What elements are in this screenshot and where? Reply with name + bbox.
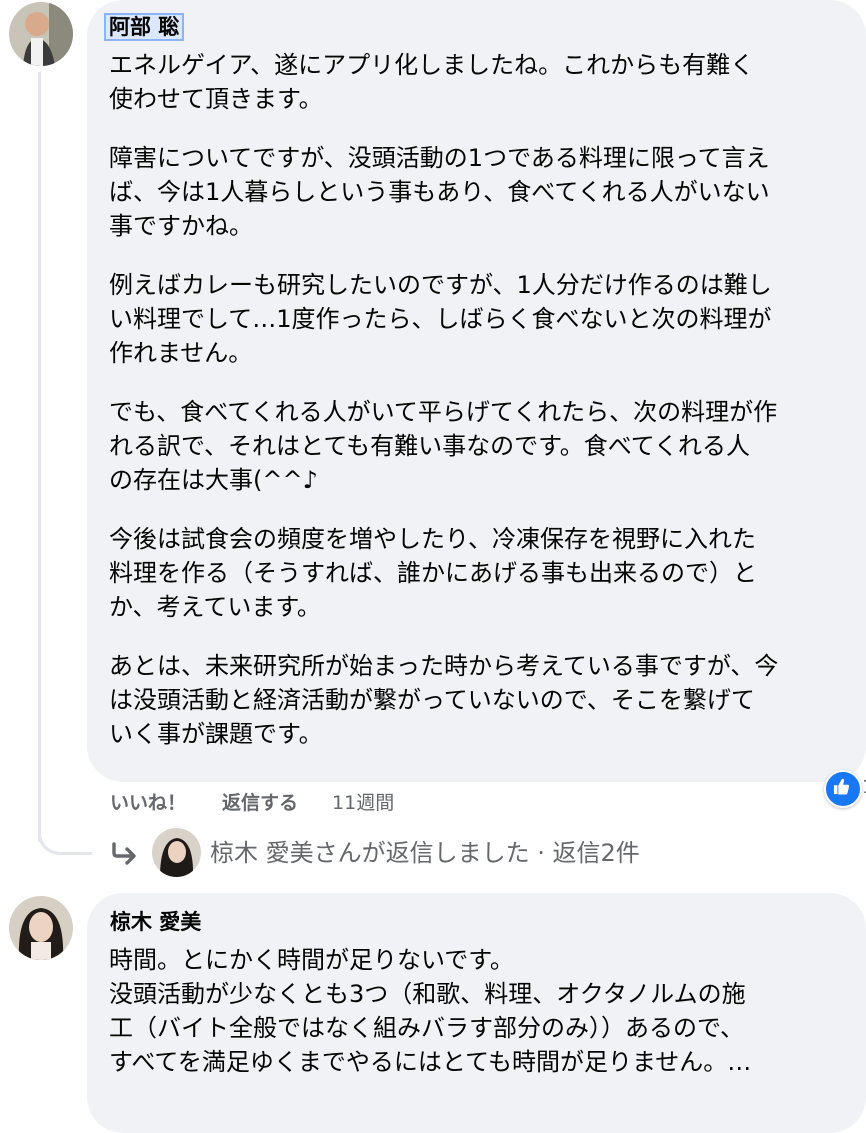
comment-line: れる訳で、それはとても有難い事なのです。食べてくれる人: [109, 432, 751, 460]
comment-line: 作れません。: [109, 339, 253, 367]
comment-line: 事ですかね。: [109, 212, 253, 240]
like-button[interactable]: いいね！: [110, 788, 186, 815]
author-name: 阿部 聡: [103, 13, 185, 41]
comment-line: 時間。とにかく時間が足りないです。: [109, 946, 514, 974]
avatar-commenter-1[interactable]: [9, 2, 73, 66]
avatar-replier[interactable]: [152, 828, 201, 877]
comment-line: の存在は大事(^^♪: [109, 466, 318, 494]
comment-line: でも、食べてくれる人がいて平らげてくれたら、次の料理が作: [109, 398, 778, 426]
reply-arrow-icon: [112, 842, 136, 865]
comment-author-2[interactable]: 椋木 愛美: [110, 908, 201, 936]
comment-line: いく事が課題です。: [109, 720, 323, 748]
comment-line: 没頭活動が少なくとも3つ（和歌、料理、オクタノルムの施: [109, 980, 746, 1008]
avatar-photo-icon: [9, 896, 73, 960]
comment-line: 料理を作る（そうすれば、誰かにあげる事も出来るので）と: [109, 559, 757, 587]
comment-line: い料理でして…1度作ったら、しばらく食べないと次の料理が: [109, 305, 772, 333]
comment-line: は没頭活動と経済活動が繋がっていないので、そこを繋げて: [109, 686, 755, 714]
thumbs-up-icon: [833, 778, 850, 795]
comment-line: ば、今は1人暮らしという事もあり、食べてくれる人がいない: [109, 178, 770, 206]
comment-line: すべてを満足ゆくまでやるにはとても時間が足りません。…: [109, 1048, 752, 1076]
thread-line: [38, 72, 41, 842]
comment-paragraph: 障害についてですが、没頭活動の1つである料理に限って言え ば、今は1人暮らしという…: [109, 141, 770, 243]
comment-author-1[interactable]: 阿部 聡: [103, 13, 185, 41]
comment-line: 例えばカレーも研究したいのですが、1人分だけ作るのは難し: [109, 271, 772, 299]
comment-line: エネルゲイア、遂にアプリ化しましたね。これからも有難く: [109, 51, 755, 79]
comment-line: 工（バイト全般ではなく組みバラす部分のみ））あるので、: [109, 1014, 745, 1042]
comment-line: あとは、未来研究所が始まった時から考えている事ですが、今: [109, 652, 779, 680]
comment-timestamp[interactable]: 11週間: [332, 788, 394, 815]
comment-line: 使わせて頂きます。: [109, 85, 323, 113]
comment-paragraph: あとは、未来研究所が始まった時から考えている事ですが、今 は没頭活動と経済活動が繋…: [109, 649, 778, 751]
comment-line: か、考えています。: [109, 593, 321, 621]
reply-button[interactable]: 返信する: [222, 788, 298, 815]
thread-line-curve: [38, 820, 92, 855]
comment-line: 障害についてですが、没頭活動の1つである料理に限って言え: [109, 144, 770, 172]
avatar-commenter-2[interactable]: [9, 896, 73, 960]
comment-paragraph: エネルゲイア、遂にアプリ化しましたね。これからも有難く 使わせて頂きます。: [109, 48, 754, 116]
comment-actions-1: いいね！ 返信する 11週間: [110, 788, 394, 815]
comment-paragraph: 例えばカレーも研究したいのですが、1人分だけ作るのは難し い料理でして…1度作った…: [109, 268, 772, 370]
reply-summary-row[interactable]: [110, 828, 140, 878]
comment-paragraph: でも、食べてくれる人がいて平らげてくれたら、次の料理が作 れる訳で、それはとても有…: [109, 395, 777, 497]
reaction-badge[interactable]: [824, 770, 862, 808]
avatar-photo-icon: [9, 2, 73, 66]
reaction-count: 1: [862, 776, 866, 798]
comment-paragraph: 今後は試食会の頻度を増やしたり、冷凍保存を視野に入れた 料理を作る（そうすれば、誰…: [109, 522, 757, 624]
comment-line: 今後は試食会の頻度を増やしたり、冷凍保存を視野に入れた: [109, 525, 757, 553]
comment-paragraph: 時間。とにかく時間が足りないです。没頭活動が少なくとも3つ（和歌、料理、オクタノ…: [109, 943, 751, 1079]
reply-summary-text[interactable]: 椋木 愛美さんが返信しました · 返信2件: [210, 836, 640, 870]
avatar-photo-icon: [152, 828, 201, 877]
